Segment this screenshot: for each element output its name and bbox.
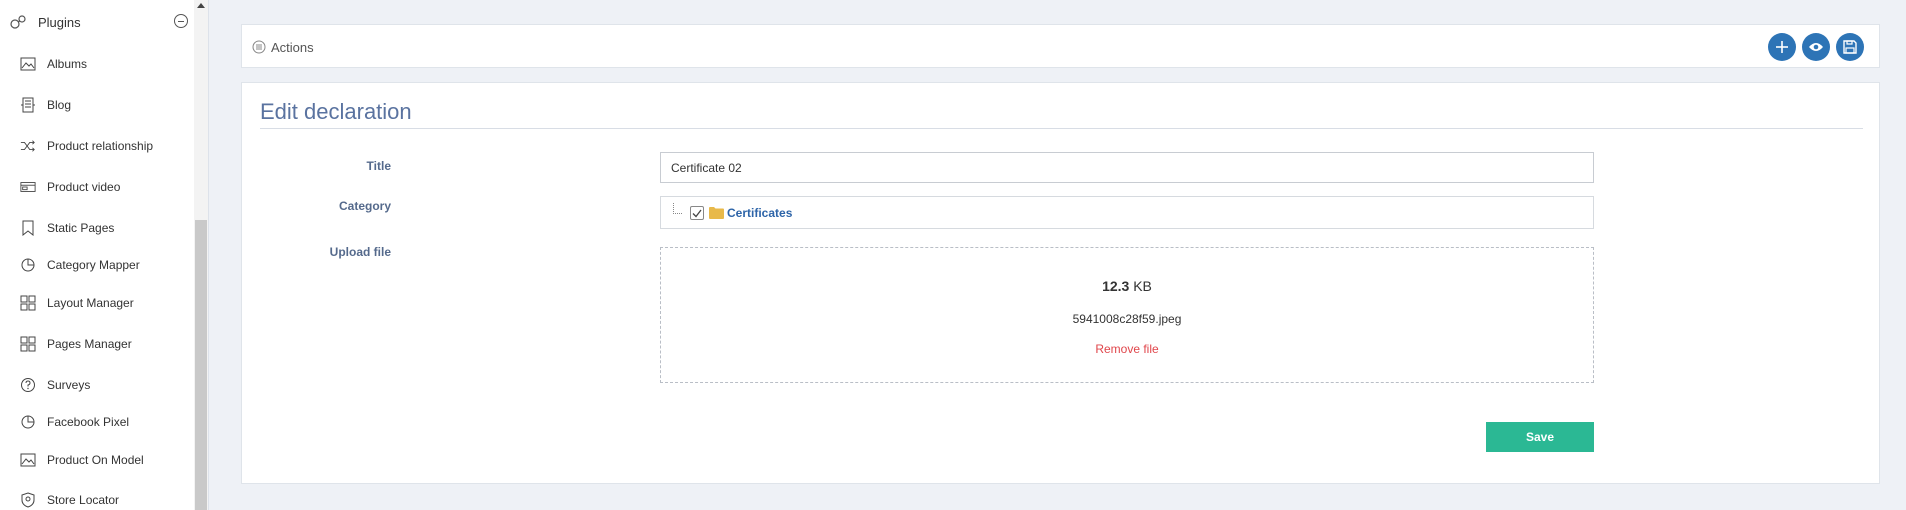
sidebar-item-label: Blog [47,98,72,112]
pie-chart-icon [20,257,36,273]
preview-button[interactable] [1802,33,1830,61]
upload-dropzone[interactable]: 12.3 KB 5941008c28f59.jpeg Remove file [660,247,1594,383]
checkmark-icon [692,209,702,218]
sidebar-item-layout-manager[interactable]: Layout Manager [20,289,190,317]
edit-declaration-panel: Edit declaration Title Category Certific… [241,82,1880,484]
bookmark-icon [20,220,36,236]
remove-file-link[interactable]: Remove file [661,342,1593,356]
list-circle-icon [252,40,266,54]
sidebar-item-product-on-model[interactable]: Product On Model [20,446,190,474]
video-icon [20,179,36,195]
sidebar-item-blog[interactable]: Blog [20,91,190,119]
category-tree: Certificates [660,196,1594,229]
tree-connector [673,203,682,214]
folder-icon [709,206,724,219]
plus-icon [1775,40,1789,54]
sidebar-item-label: Surveys [47,378,91,392]
floppy-icon [1843,40,1857,54]
sidebar-item-label: Pages Manager [47,337,132,351]
sidebar-item-pages-manager[interactable]: Pages Manager [20,330,190,358]
layout-icon [20,336,36,352]
pie-chart-icon [20,414,36,430]
image-icon [20,56,36,72]
category-tree-item-certificates[interactable]: Certificates [727,206,792,220]
file-size-number: 12.3 [1102,278,1130,294]
sidebar-item-facebook-pixel[interactable]: Facebook Pixel [20,408,190,436]
file-size-unit: KB [1133,278,1152,294]
page-title: Edit declaration [260,99,412,124]
sidebar-item-label: Facebook Pixel [47,415,130,429]
sidebar-item-label: Layout Manager [47,296,134,310]
actions-title-label: Actions [271,39,314,55]
sidebar-item-albums[interactable]: Albums [20,50,190,78]
upload-file-label: Upload file [329,245,391,259]
eye-icon [1808,41,1824,53]
sidebar-section-label: Plugins [38,14,81,30]
sidebar-item-product-relationship[interactable]: Product relationship [20,132,190,160]
shield-icon [20,492,36,508]
save-button[interactable]: Save [1486,422,1594,452]
sidebar-item-product-video[interactable]: Product video [20,173,190,201]
sidebar-item-label: Product relationship [47,139,154,153]
file-size: 12.3 KB [661,278,1593,294]
sidebar-item-label: Albums [47,57,88,71]
scrollbar-thumb[interactable] [195,220,207,510]
scroll-up-arrow-icon[interactable] [197,3,205,8]
sidebar-item-label: Static Pages [47,221,115,235]
sidebar-item-surveys[interactable]: Surveys [20,371,190,399]
sidebar-item-label: Product On Model [47,453,144,467]
shuffle-icon [20,138,36,154]
add-button[interactable] [1768,33,1796,61]
title-label: Title [366,159,391,173]
category-checkbox[interactable] [690,206,704,220]
layout-icon [20,295,36,311]
title-divider [260,128,1863,129]
question-icon [20,377,36,393]
blog-icon [20,97,36,113]
collapse-icon[interactable] [174,14,188,28]
category-label: Category [338,199,391,213]
sidebar-item-label: Category Mapper [47,258,140,272]
image-icon [20,452,36,468]
sidebar-item-static-pages[interactable]: Static Pages [20,214,190,242]
sidebar-item-category-mapper[interactable]: Category Mapper [20,251,190,279]
sidebar-section-plugins[interactable]: Plugins [10,8,188,36]
sidebar-item-label: Store Locator [47,493,120,507]
actions-bar: Actions [241,24,1880,68]
plugins-icon [10,14,28,30]
sidebar: Plugins Albums Blog Product relationship… [0,0,209,510]
title-input[interactable] [660,152,1594,183]
sidebar-item-store-locator[interactable]: Store Locator [20,486,190,510]
save-icon-button[interactable] [1836,33,1864,61]
actions-title: Actions [252,25,314,69]
sidebar-item-label: Product video [47,180,121,194]
sidebar-scrollbar[interactable] [194,0,208,510]
file-name: 5941008c28f59.jpeg [1072,312,1182,326]
